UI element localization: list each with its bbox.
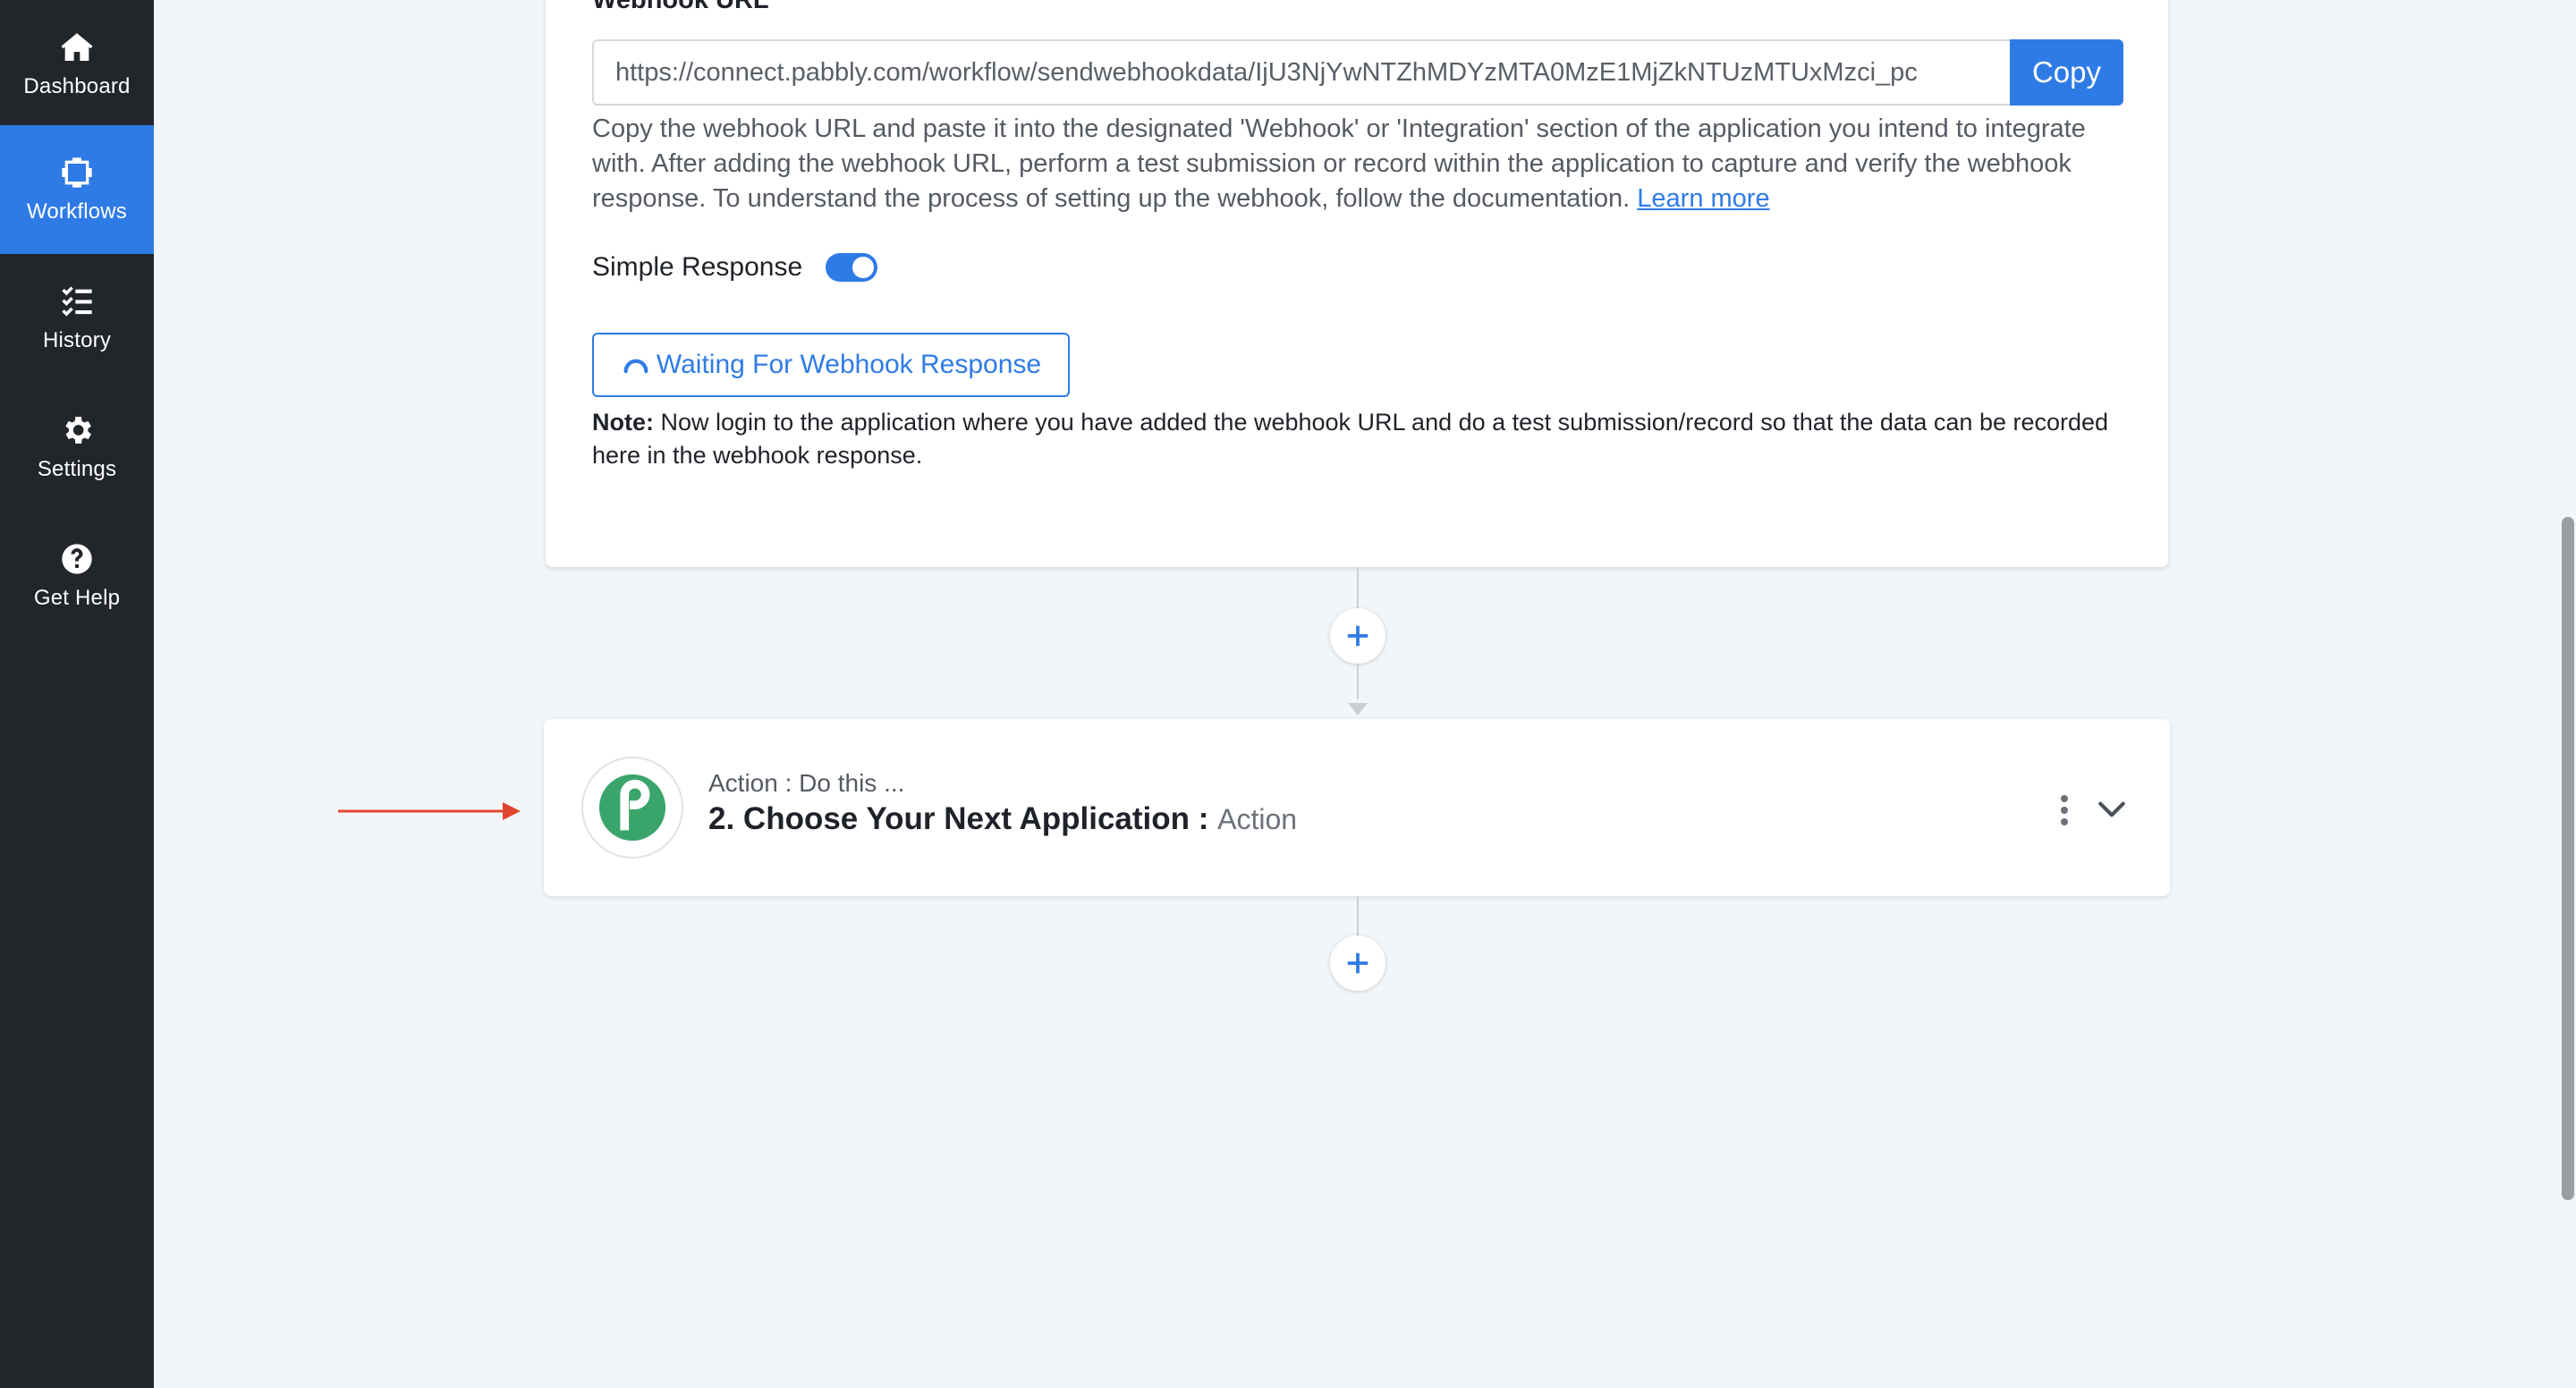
add-step-button[interactable] xyxy=(1330,608,1385,664)
waiting-webhook-response-button[interactable]: Waiting For Webhook Response xyxy=(592,333,1070,397)
plus-icon xyxy=(1347,625,1368,647)
note-label: Note: xyxy=(592,409,654,436)
sidebar-item-label: Get Help xyxy=(33,586,121,610)
more-options-icon[interactable] xyxy=(2055,792,2073,828)
trigger-card: Webhook URL Copy Copy the webhook URL an… xyxy=(546,0,2168,567)
gear-icon xyxy=(65,417,91,444)
simple-response-row: Simple Response xyxy=(592,252,878,283)
spinner-icon xyxy=(623,359,648,374)
sidebar-item-workflows[interactable]: Workflows xyxy=(0,125,154,254)
webhook-url-row: Copy xyxy=(592,39,2123,106)
webhook-help-text: Copy the webhook URL and paste it into t… xyxy=(592,112,2131,216)
chevron-down-icon[interactable] xyxy=(2095,792,2129,826)
toggle-knob xyxy=(852,257,875,278)
sidebar-item-label: Settings xyxy=(37,457,117,481)
simple-response-label: Simple Response xyxy=(592,252,803,282)
action-kind: Action xyxy=(1217,803,1298,835)
sidebar-item-dashboard[interactable]: Dashboard xyxy=(0,0,154,129)
scrollbar-thumb[interactable] xyxy=(2562,517,2574,1200)
sidebar-item-history[interactable]: History xyxy=(0,254,154,383)
sidebar: Dashboard Workflows History Settings Get… xyxy=(0,0,154,1388)
sidebar-item-get-help[interactable]: Get Help xyxy=(0,512,154,640)
webhook-url-label: Webhook URL xyxy=(592,0,769,14)
add-step-button[interactable] xyxy=(1330,935,1385,991)
connector-arrow-icon xyxy=(1348,703,1368,715)
pabbly-logo-graphic xyxy=(598,774,666,842)
question-circle-icon xyxy=(62,544,92,574)
webhook-help-body: Copy the webhook URL and paste it into t… xyxy=(592,114,2086,213)
workflow-icon xyxy=(62,157,92,188)
action-subtitle: Action : Do this ... xyxy=(708,769,905,797)
waiting-label: Waiting For Webhook Response xyxy=(656,350,1042,379)
webhook-url-input[interactable] xyxy=(592,39,2010,106)
sidebar-item-label: History xyxy=(42,328,112,352)
plus-icon xyxy=(1347,952,1368,974)
copy-button[interactable]: Copy xyxy=(2010,39,2123,106)
webhook-note: Note: Now login to the application where… xyxy=(592,406,2140,472)
sidebar-item-label: Dashboard xyxy=(23,74,131,98)
simple-response-toggle[interactable] xyxy=(826,253,878,282)
annotation-arrow-icon xyxy=(338,802,521,820)
pabbly-logo-icon xyxy=(581,757,683,859)
learn-more-link[interactable]: Learn more xyxy=(1637,184,1769,213)
connector-line xyxy=(1357,664,1359,699)
action-step-card[interactable]: Action : Do this ... 2. Choose Your Next… xyxy=(544,719,2170,896)
note-text: Now login to the application where you h… xyxy=(592,409,2109,469)
list-check-icon xyxy=(62,286,92,317)
home-icon xyxy=(61,33,93,61)
action-title-text: 2. Choose Your Next Application : xyxy=(708,801,1209,836)
action-title: 2. Choose Your Next Application : Action xyxy=(708,801,1297,837)
sidebar-item-label: Workflows xyxy=(26,199,128,224)
sidebar-item-settings[interactable]: Settings xyxy=(0,383,154,512)
